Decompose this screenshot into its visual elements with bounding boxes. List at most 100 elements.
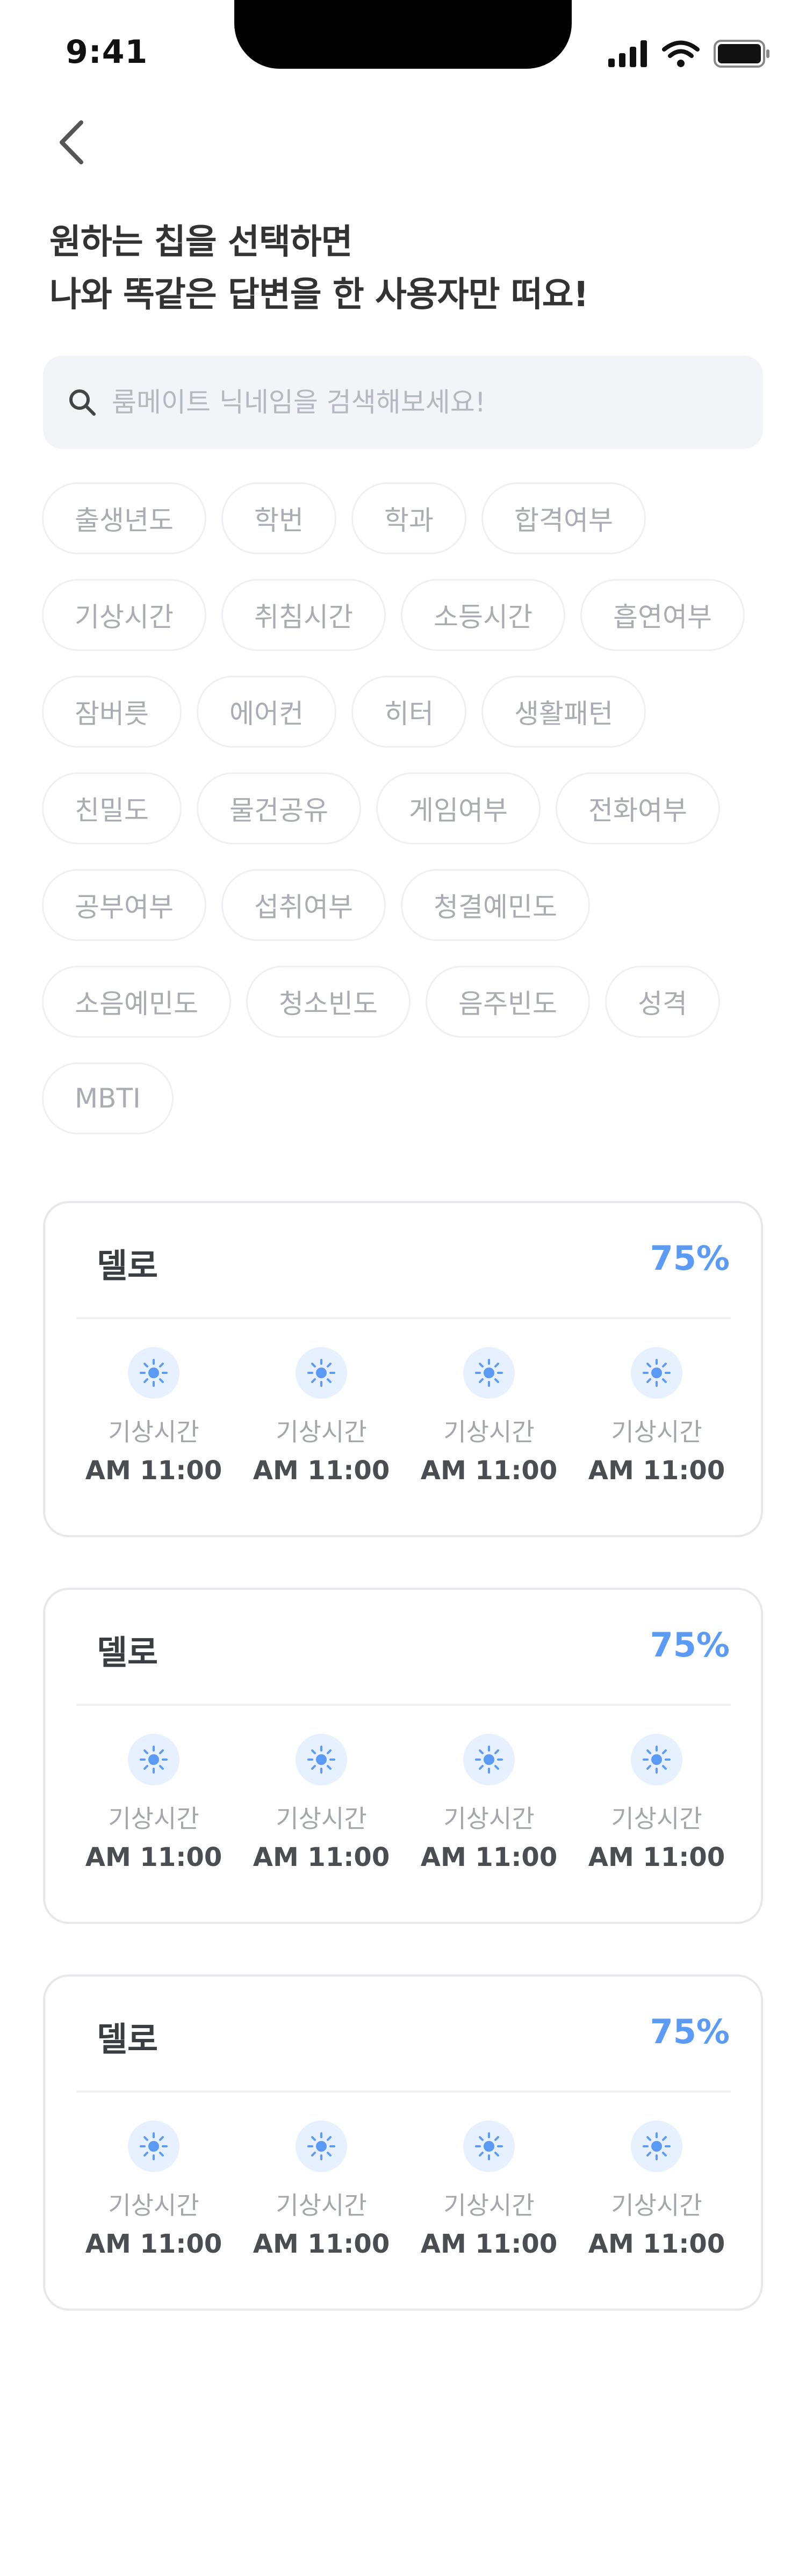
sun-icon bbox=[128, 1734, 179, 1785]
filter-chip[interactable]: 청소빈도 bbox=[246, 966, 411, 1038]
item-label: 기상시간 bbox=[611, 1417, 702, 1446]
card-item: 기상시간 AM 11:00 bbox=[253, 1347, 390, 1486]
card-divider bbox=[76, 1704, 731, 1706]
filter-chip[interactable]: 공부여부 bbox=[42, 869, 206, 941]
item-label: 기상시간 bbox=[276, 1417, 367, 1446]
card-item: 기상시간 AM 11:00 bbox=[85, 1734, 222, 1872]
battery-icon bbox=[714, 40, 771, 68]
sun-icon bbox=[128, 1347, 179, 1399]
filter-chip[interactable]: 합격여부 bbox=[481, 482, 646, 554]
filter-chip[interactable]: 전화여부 bbox=[556, 772, 720, 844]
sun-icon bbox=[463, 1734, 515, 1785]
sun-icon bbox=[631, 1734, 682, 1785]
card-nickname: 델로 bbox=[97, 2020, 159, 2059]
item-value: AM 11:00 bbox=[253, 1842, 390, 1872]
filter-chip[interactable]: 흡연여부 bbox=[580, 579, 745, 651]
back-button[interactable] bbox=[49, 119, 92, 168]
sun-icon bbox=[296, 1347, 347, 1399]
result-card[interactable]: 델로 75% 기상시간 AM 11:00 기상시간 AM 11:00 기상시간 AM 11:0… bbox=[43, 1588, 763, 1924]
item-label: 기상시간 bbox=[443, 1417, 535, 1446]
card-item: 기상시간 AM 11:00 bbox=[588, 2121, 725, 2259]
filter-chip[interactable]: MBTI bbox=[42, 1062, 174, 1134]
filter-chip[interactable]: 에어컨 bbox=[197, 676, 336, 748]
title-line-1: 원하는 칩을 선택하면 bbox=[49, 222, 352, 262]
card-header: 델로 75% bbox=[45, 1977, 761, 2093]
filter-chip[interactable]: 출생년도 bbox=[42, 482, 206, 554]
item-value: AM 11:00 bbox=[85, 1842, 222, 1872]
filter-chip[interactable]: 청결예민도 bbox=[401, 869, 590, 941]
item-label: 기상시간 bbox=[611, 1804, 702, 1833]
filter-chip[interactable]: 학번 bbox=[221, 482, 336, 554]
card-item: 기상시간 AM 11:00 bbox=[588, 1734, 725, 1872]
item-label: 기상시간 bbox=[108, 1417, 199, 1446]
title-line-2: 나와 똑같은 답변을 한 사용자만 떠요! bbox=[49, 275, 589, 315]
filter-chip[interactable]: 물건공유 bbox=[197, 772, 361, 844]
item-value: AM 11:00 bbox=[588, 1456, 725, 1486]
sun-icon bbox=[296, 1734, 347, 1785]
filter-chip[interactable]: 기상시간 bbox=[42, 579, 206, 651]
status-icons bbox=[608, 39, 771, 69]
item-value: AM 11:00 bbox=[588, 2229, 725, 2259]
card-item: 기상시간 AM 11:00 bbox=[253, 2121, 390, 2259]
card-items: 기상시간 AM 11:00 기상시간 AM 11:00 기상시간 AM 11:00 기상시간… bbox=[77, 1347, 733, 1486]
status-time: 9:41 bbox=[66, 33, 148, 71]
card-item: 기상시간 AM 11:00 bbox=[85, 2121, 222, 2259]
item-label: 기상시간 bbox=[276, 1804, 367, 1833]
filter-chip[interactable]: 소등시간 bbox=[401, 579, 565, 651]
match-percent: 75% bbox=[650, 1239, 730, 1278]
item-value: AM 11:00 bbox=[85, 2229, 222, 2259]
sun-icon bbox=[631, 2121, 682, 2172]
filter-chip[interactable]: 소음예민도 bbox=[42, 966, 231, 1038]
sun-icon bbox=[296, 2121, 347, 2172]
item-value: AM 11:00 bbox=[85, 1456, 222, 1486]
result-card[interactable]: 델로 75% 기상시간 AM 11:00 기상시간 AM 11:00 기상시간 AM 11:0… bbox=[43, 1974, 763, 2311]
item-label: 기상시간 bbox=[108, 1804, 199, 1833]
item-value: AM 11:00 bbox=[420, 2229, 558, 2259]
result-card[interactable]: 델로 75% 기상시간 AM 11:00 기상시간 AM 11:00 기상시간 AM 11:0… bbox=[43, 1201, 763, 1537]
card-header: 델로 75% bbox=[45, 1590, 761, 1706]
cellular-signal-icon bbox=[608, 40, 648, 67]
card-nickname: 델로 bbox=[97, 1246, 159, 1285]
filter-chip[interactable]: 친밀도 bbox=[42, 772, 182, 844]
filter-chip[interactable]: 잠버릇 bbox=[42, 676, 182, 748]
card-items: 기상시간 AM 11:00 기상시간 AM 11:00 기상시간 AM 11:00 기상시간… bbox=[77, 2121, 733, 2259]
filter-chip[interactable]: 섭취여부 bbox=[221, 869, 386, 941]
filter-chips: 출생년도 학번 학과 합격여부기상시간 취침시간 소등시간 흡연여부잠버릇 에어컨 히터 생활패턴… bbox=[42, 482, 773, 1134]
search-input[interactable] bbox=[111, 386, 731, 418]
wifi-icon bbox=[662, 40, 700, 67]
chevron-left-icon bbox=[57, 119, 84, 168]
item-label: 기상시간 bbox=[443, 1804, 535, 1833]
card-nickname: 델로 bbox=[97, 1633, 159, 1672]
match-percent: 75% bbox=[650, 2012, 730, 2051]
sun-icon bbox=[463, 2121, 515, 2172]
status-bar: 9:41 bbox=[0, 0, 806, 107]
card-divider bbox=[76, 2090, 731, 2093]
filter-chip[interactable]: 성격 bbox=[605, 966, 720, 1038]
item-value: AM 11:00 bbox=[253, 2229, 390, 2259]
card-item: 기상시간 AM 11:00 bbox=[421, 2121, 557, 2259]
card-items: 기상시간 AM 11:00 기상시간 AM 11:00 기상시간 AM 11:00 기상시간… bbox=[77, 1734, 733, 1872]
search-icon bbox=[66, 386, 99, 419]
card-header: 델로 75% bbox=[45, 1203, 761, 1319]
item-label: 기상시간 bbox=[443, 2191, 535, 2220]
filter-chip[interactable]: 학과 bbox=[351, 482, 466, 554]
item-value: AM 11:00 bbox=[588, 1842, 725, 1872]
sun-icon bbox=[463, 1347, 515, 1399]
match-percent: 75% bbox=[650, 1625, 730, 1665]
filter-chip[interactable]: 취침시간 bbox=[221, 579, 386, 651]
search-box[interactable] bbox=[43, 356, 763, 449]
card-item: 기상시간 AM 11:00 bbox=[588, 1347, 725, 1486]
card-item: 기상시간 AM 11:00 bbox=[421, 1347, 557, 1486]
filter-chip[interactable]: 게임여부 bbox=[376, 772, 541, 844]
sun-icon bbox=[128, 2121, 179, 2172]
card-item: 기상시간 AM 11:00 bbox=[253, 1734, 390, 1872]
page-title: 원하는 칩을 선택하면 나와 똑같은 답변을 한 사용자만 떠요! bbox=[49, 216, 759, 321]
filter-chip[interactable]: 히터 bbox=[351, 676, 466, 748]
filter-chip[interactable]: 생활패턴 bbox=[481, 676, 646, 748]
card-divider bbox=[76, 1317, 731, 1319]
filter-chip[interactable]: 음주빈도 bbox=[426, 966, 590, 1038]
item-value: AM 11:00 bbox=[420, 1456, 558, 1486]
card-item: 기상시간 AM 11:00 bbox=[421, 1734, 557, 1872]
card-item: 기상시간 AM 11:00 bbox=[85, 1347, 222, 1486]
item-label: 기상시간 bbox=[276, 2191, 367, 2220]
